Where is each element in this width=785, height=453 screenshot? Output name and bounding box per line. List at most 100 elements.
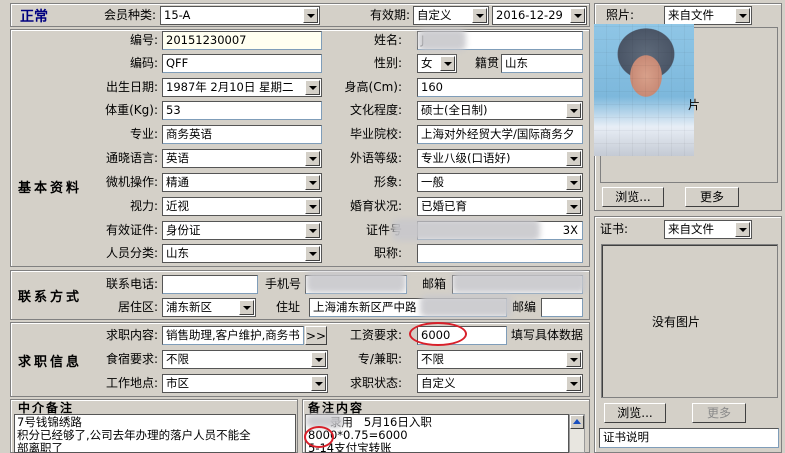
- chevron-down-icon[interactable]: [735, 222, 750, 237]
- remark-scrollbar[interactable]: [569, 414, 585, 453]
- computer-select[interactable]: 精通: [162, 173, 322, 192]
- photo-more-button[interactable]: 更多: [685, 187, 739, 207]
- chevron-down-icon[interactable]: [440, 56, 455, 71]
- meal-value: 不限: [166, 352, 189, 366]
- language-select[interactable]: 英语: [162, 149, 322, 168]
- photo-browse-label: 浏览...: [615, 190, 651, 204]
- native-field[interactable]: 山东: [501, 54, 583, 73]
- validity-date-value: 2016-12-29: [496, 8, 563, 22]
- foreign-level-select[interactable]: 专业八级(口语好): [417, 149, 583, 168]
- highlight-circle: [409, 322, 467, 346]
- title-label: 职称:: [373, 246, 402, 260]
- district-label: 居住区:: [117, 300, 158, 314]
- address-label: 住址: [275, 300, 300, 314]
- fulltime-value: 不限: [421, 352, 444, 366]
- foreign-level-value: 专业八级(口语好): [421, 151, 511, 165]
- fulltime-label: 专/兼职:: [357, 352, 402, 366]
- status-select[interactable]: 自定义: [417, 374, 583, 393]
- chevron-down-icon[interactable]: [305, 199, 320, 214]
- chevron-down-icon[interactable]: [311, 376, 326, 391]
- chevron-down-icon[interactable]: [305, 223, 320, 238]
- chevron-down-icon[interactable]: [566, 103, 581, 118]
- location-select[interactable]: 市区: [162, 374, 328, 393]
- chevron-down-icon[interactable]: [566, 376, 581, 391]
- chevron-down-icon[interactable]: [566, 151, 581, 166]
- zip-field[interactable]: [541, 298, 583, 317]
- district-select[interactable]: 浦东新区: [162, 298, 256, 317]
- id-type-select[interactable]: 身份证: [162, 221, 322, 240]
- chevron-down-icon[interactable]: [311, 352, 326, 367]
- certificate-empty-text: 没有图片: [652, 315, 701, 329]
- school-field[interactable]: 上海对外经贸大学/国际商务夕: [417, 125, 583, 144]
- meal-select[interactable]: 不限: [162, 350, 328, 369]
- request-label: 求职内容:: [105, 328, 158, 342]
- fulltime-select[interactable]: 不限: [417, 350, 583, 369]
- marital-label: 婚育状况:: [349, 199, 402, 213]
- meal-label: 食宿要求:: [105, 352, 158, 366]
- blur-mask: [418, 29, 466, 51]
- photo-overlay-char: 片: [688, 98, 701, 112]
- chevron-down-icon[interactable]: [239, 300, 254, 315]
- chevron-down-icon[interactable]: [305, 151, 320, 166]
- chevron-down-icon[interactable]: [303, 8, 318, 23]
- marital-select[interactable]: 已婚已育: [417, 197, 583, 216]
- certificate-source-select[interactable]: 来自文件: [664, 220, 752, 239]
- image-select[interactable]: 一般: [417, 173, 583, 192]
- photo-label: 照片:: [606, 8, 635, 22]
- location-label: 工作地点:: [105, 376, 158, 390]
- chevron-down-icon[interactable]: [305, 246, 320, 261]
- request-more-button[interactable]: >>: [305, 326, 327, 345]
- eyesight-select[interactable]: 近视: [162, 197, 322, 216]
- category-select[interactable]: 山东: [162, 244, 322, 263]
- gender-value: 女: [421, 56, 433, 70]
- member-type-value: 15-A: [164, 8, 191, 22]
- chevron-down-icon[interactable]: [566, 199, 581, 214]
- chevron-down-icon[interactable]: [566, 175, 581, 190]
- number-label: 编号:: [129, 33, 158, 47]
- validity-type-select[interactable]: 自定义: [413, 6, 489, 25]
- validity-date-picker[interactable]: 2016-12-29: [492, 6, 587, 25]
- code-field[interactable]: QFF: [162, 54, 322, 73]
- status-title: 正常: [20, 9, 48, 25]
- chevron-down-icon[interactable]: [566, 352, 581, 367]
- birthday-value: 1987年 2月10日 星期二: [166, 80, 294, 94]
- title-field[interactable]: [417, 244, 583, 263]
- chevron-down-icon[interactable]: [305, 175, 320, 190]
- gender-label: 性别:: [373, 56, 402, 70]
- remark-textarea[interactable]: 录用 5月16日入职 8000*0.75=6000 5-14支付宝转账: [305, 414, 569, 453]
- member-type-select[interactable]: 15-A: [160, 6, 320, 25]
- photo-source-select[interactable]: 来自文件: [664, 6, 752, 25]
- id-type-value: 身份证: [166, 223, 201, 237]
- status-value: 自定义: [421, 376, 456, 390]
- certificate-more-button[interactable]: 更多: [692, 403, 746, 423]
- chevron-down-icon[interactable]: [735, 8, 750, 23]
- chevron-down-icon[interactable]: [570, 8, 585, 23]
- certificate-description-field[interactable]: 证书说明: [599, 428, 779, 448]
- height-field[interactable]: 160: [417, 78, 583, 97]
- gender-select[interactable]: 女: [417, 54, 457, 73]
- number-field[interactable]: 20151230007: [162, 31, 322, 50]
- salary-label: 工资要求:: [349, 328, 402, 342]
- scroll-up-icon[interactable]: [570, 415, 584, 429]
- chevron-down-icon[interactable]: [305, 80, 320, 95]
- major-label: 专业:: [129, 127, 158, 141]
- agency-notes-textarea[interactable]: 7号钱锦绣路 积分已经够了,公司去年办理的落户人员不能全 部离职了: [14, 414, 296, 453]
- height-label: 身高(Cm):: [344, 80, 402, 94]
- computer-label: 微机操作:: [105, 175, 158, 189]
- photo-source-value: 来自文件: [668, 8, 714, 22]
- certificate-browse-label: 浏览...: [617, 406, 653, 420]
- certificate-browse-button[interactable]: 浏览...: [604, 403, 666, 423]
- request-field[interactable]: 销售助理,客户维护,商务书: [162, 326, 304, 345]
- photo-image: [594, 24, 694, 156]
- major-field[interactable]: 商务英语: [162, 125, 322, 144]
- education-select[interactable]: 硕士(全日制): [417, 101, 583, 120]
- photo-browse-button[interactable]: 浏览...: [602, 187, 664, 207]
- eyesight-label: 视力:: [129, 199, 158, 213]
- birthday-picker[interactable]: 1987年 2月10日 星期二: [162, 78, 322, 97]
- blur-mask: [306, 271, 406, 293]
- birthday-label: 出生日期:: [105, 80, 158, 94]
- language-value: 英语: [166, 151, 189, 165]
- phone-field[interactable]: [162, 275, 258, 294]
- weight-field[interactable]: 53: [162, 101, 322, 120]
- chevron-down-icon[interactable]: [472, 8, 487, 23]
